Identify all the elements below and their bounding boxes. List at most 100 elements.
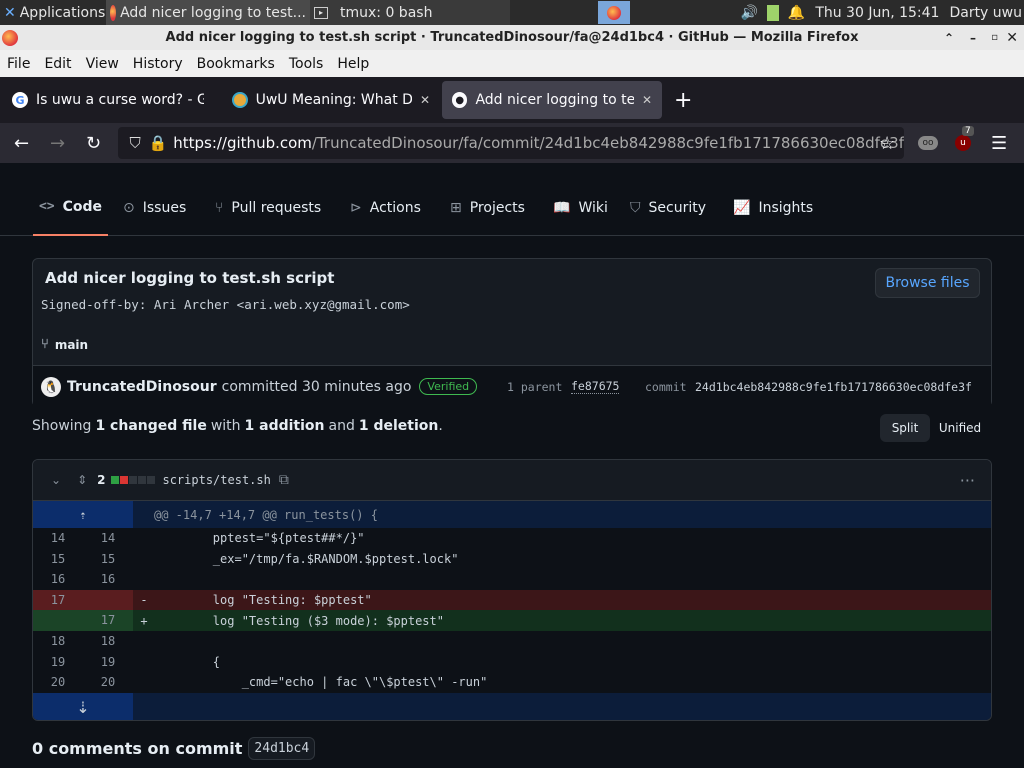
summary-showing: Showing <box>32 418 92 434</box>
code-icon: <> <box>38 199 55 214</box>
unified-button[interactable]: Unified <box>930 414 990 442</box>
old-line-number[interactable]: 17 <box>33 589 83 611</box>
tab-projects[interactable]: ⊞ Projects <box>450 180 525 236</box>
close-icon[interactable]: ✕ <box>1006 30 1018 46</box>
tab-title: Is uwu a curse word? - Go <box>36 92 204 108</box>
extension-glasses-icon[interactable]: oo <box>918 136 938 150</box>
expand-down-icon[interactable]: ⇣ <box>33 693 133 720</box>
new-line-number[interactable]: 14 <box>83 528 133 549</box>
chevron-down-icon[interactable]: ⌄ <box>51 473 61 487</box>
taskbar-window-tmux[interactable]: ▸ tmux: 0 bash <box>310 0 510 25</box>
terminal-icon: ▸ <box>314 6 328 19</box>
tab-code[interactable]: <> Code <box>33 180 108 236</box>
tab-actions[interactable]: ⊳ Actions <box>350 180 421 236</box>
expand-up-icon[interactable]: ⇡ <box>33 501 133 528</box>
tab-close-icon[interactable]: ✕ <box>642 93 652 107</box>
split-button[interactable]: Split <box>880 414 930 442</box>
old-line-number[interactable]: 15 <box>33 549 83 570</box>
hamburger-menu-icon[interactable]: ☰ <box>991 133 1007 154</box>
chevron-up-icon[interactable]: ⌃ <box>944 31 954 45</box>
expand-all-icon[interactable]: ⇕ <box>77 473 87 487</box>
notification-bell-icon[interactable]: 🔔 <box>785 5 807 21</box>
reload-icon[interactable]: ↻ <box>86 133 101 154</box>
diff-summary: Showing 1 changed file with 1 addition a… <box>32 418 443 434</box>
new-line-number[interactable]: 20 <box>83 672 133 693</box>
new-line-number[interactable]: 16 <box>83 569 133 590</box>
minimize-icon[interactable]: – <box>970 31 976 45</box>
avatar[interactable]: 🐧 <box>41 376 61 397</box>
menu-history[interactable]: History <box>126 56 190 72</box>
menu-tools[interactable]: Tools <box>282 56 331 72</box>
old-line-number[interactable] <box>33 610 83 631</box>
context-line: 15 15 _ex="/tmp/fa.$RANDOM.$pptest.lock" <box>33 549 991 570</box>
bookmark-star-icon[interactable]: ☆ <box>879 133 895 154</box>
browse-files-button[interactable]: Browse files <box>875 268 980 298</box>
menu-view[interactable]: View <box>79 56 126 72</box>
tab-github-commit[interactable]: ● Add nicer logging to test ✕ <box>442 81 662 119</box>
lock-icon[interactable]: 🔒 <box>148 134 167 152</box>
tab-label: Code <box>62 198 103 215</box>
tab-uwu-meaning[interactable]: UwU Meaning: What Does ✕ <box>222 81 440 119</box>
back-arrow-icon[interactable]: ← <box>14 133 29 154</box>
tab-wiki[interactable]: 📖 Wiki <box>553 180 608 236</box>
menu-help[interactable]: Help <box>330 56 376 72</box>
menu-bookmarks[interactable]: Bookmarks <box>190 56 282 72</box>
tab-uwu-curse[interactable]: G Is uwu a curse word? - Go <box>2 81 220 119</box>
branch-name[interactable]: main <box>55 338 88 352</box>
tab-close-icon[interactable]: ✕ <box>420 93 430 107</box>
old-line-number[interactable]: 16 <box>33 569 83 590</box>
copy-icon[interactable]: ⧉ <box>279 472 289 488</box>
applications-label: Applications <box>19 4 106 21</box>
github-icon: ● <box>452 92 468 108</box>
menu-edit[interactable]: Edit <box>37 56 78 72</box>
window-titlebar[interactable]: Add nicer logging to test.sh script · Tr… <box>0 25 1024 50</box>
author-link[interactable]: TruncatedDinosour <box>67 379 217 395</box>
kebab-menu-icon[interactable]: ··· <box>960 471 975 490</box>
window-title: Add nicer logging to test.sh script · Tr… <box>165 30 859 45</box>
comments-commit-hash: 24d1bc4 <box>248 737 316 760</box>
summary-and: and <box>328 418 355 434</box>
branch-row: ⑂ main <box>41 337 88 352</box>
new-line-number[interactable]: 19 <box>83 652 133 673</box>
tab-label: Pull requests <box>231 199 322 216</box>
verified-badge[interactable]: Verified <box>419 378 478 395</box>
tab-pull-requests[interactable]: ⑂ Pull requests <box>215 180 321 236</box>
taskbar-window-label: Add nicer logging to test... <box>120 4 306 21</box>
code-line: _cmd="echo | fac \"\$ptest\" -run" <box>155 675 488 690</box>
new-line-number[interactable] <box>83 589 133 611</box>
old-line-number[interactable]: 19 <box>33 652 83 673</box>
new-line-number[interactable]: 18 <box>83 631 133 652</box>
old-line-number[interactable]: 20 <box>33 672 83 693</box>
ublock-icon[interactable]: u <box>955 135 971 151</box>
parent-hash-link[interactable]: fe87675 <box>571 379 620 394</box>
taskbar-window-firefox[interactable]: Add nicer logging to test... <box>106 0 310 25</box>
tab-security[interactable]: ⛉ Security <box>630 180 706 236</box>
maximize-icon[interactable]: ▫ <box>991 32 998 43</box>
shield-icon[interactable]: ⛉ <box>122 134 148 152</box>
battery-icon[interactable] <box>767 4 780 21</box>
new-line-number[interactable]: 15 <box>83 549 133 570</box>
forward-arrow-icon[interactable]: → <box>50 133 65 154</box>
tab-issues[interactable]: ⊙ Issues <box>123 180 186 236</box>
workspace-indicator[interactable] <box>598 1 630 24</box>
user-label[interactable]: Darty uwu <box>949 5 1022 21</box>
url-field[interactable]: ⛉ 🔒 https://github.com/TruncatedDinosour… <box>118 127 904 159</box>
new-tab-icon[interactable]: + <box>674 88 692 113</box>
tab-label: Wiki <box>578 199 608 216</box>
volume-icon[interactable]: 🔊 <box>737 5 761 21</box>
git-branch-icon: ⑂ <box>41 337 49 352</box>
file-path[interactable]: scripts/test.sh <box>162 473 270 487</box>
summary-period: . <box>438 418 443 434</box>
website-icon <box>232 92 248 108</box>
applications-menu[interactable]: ✕ Applications <box>0 0 106 25</box>
menu-file[interactable]: File <box>0 56 37 72</box>
book-icon: 📖 <box>553 199 571 216</box>
clock[interactable]: Thu 30 Jun, 15:41 <box>815 5 939 21</box>
tab-title: UwU Meaning: What Does <box>255 92 412 108</box>
old-line-number[interactable]: 14 <box>33 528 83 549</box>
new-line-number[interactable]: 17 <box>83 610 133 631</box>
menu-bar: File Edit View History Bookmarks Tools H… <box>0 50 1024 77</box>
tab-insights[interactable]: 📈 Insights <box>733 180 813 236</box>
old-line-number[interactable]: 18 <box>33 631 83 652</box>
tab-bar: G Is uwu a curse word? - Go UwU Meaning:… <box>0 77 1024 123</box>
